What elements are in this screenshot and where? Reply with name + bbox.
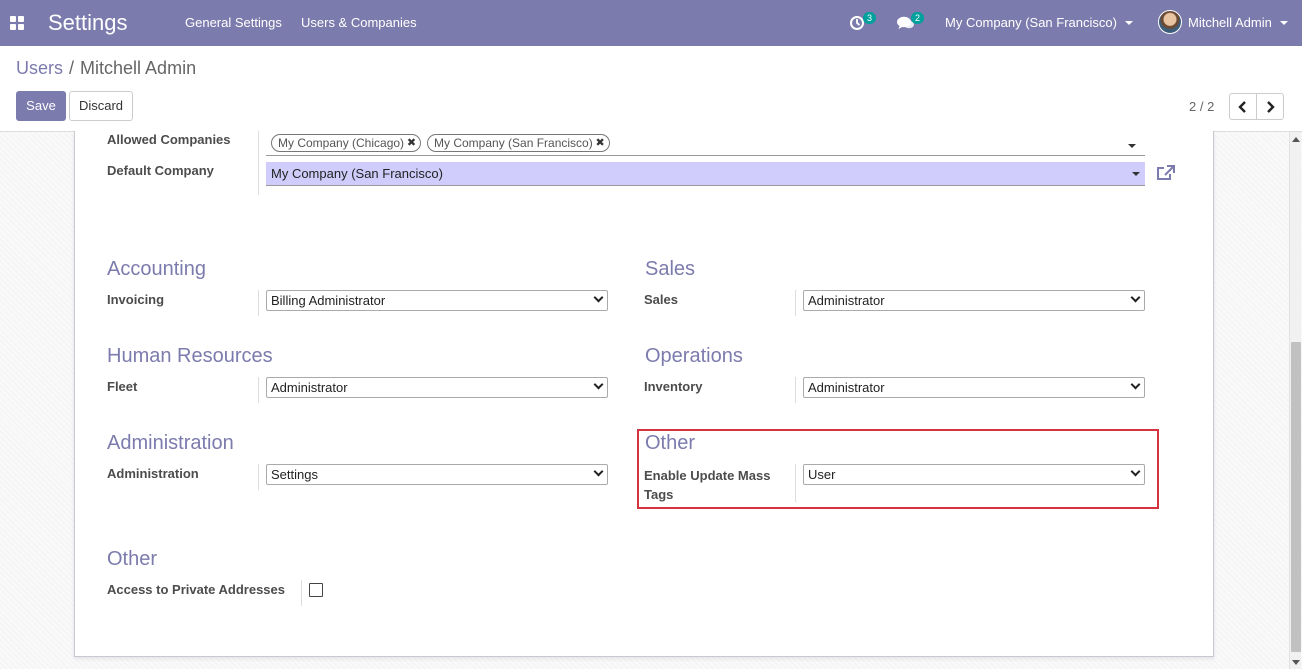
administration-select[interactable]: Settings xyxy=(266,464,608,485)
invoicing-select[interactable]: Billing Administrator xyxy=(266,290,608,311)
app-title[interactable]: Settings xyxy=(48,10,128,36)
field-divider xyxy=(258,131,259,195)
pager-value[interactable]: 2 / 2 xyxy=(1189,99,1214,114)
apps-menu-icon[interactable] xyxy=(10,16,24,30)
company-tag-label: My Company (Chicago) xyxy=(278,136,405,150)
invoicing-label: Invoicing xyxy=(107,292,165,307)
vertical-scrollbar[interactable] xyxy=(1289,132,1301,669)
field-divider xyxy=(795,464,796,502)
user-name: Mitchell Admin xyxy=(1188,15,1272,30)
field-divider xyxy=(258,377,259,403)
access-private-addresses-label: Access to Private Addresses xyxy=(107,582,286,597)
default-company-label: Default Company xyxy=(107,163,214,178)
field-divider xyxy=(258,290,259,316)
group-title-other-bottom: Other xyxy=(107,548,158,570)
chevron-left-icon xyxy=(1238,100,1246,113)
scroll-up-arrow-icon[interactable] xyxy=(1292,137,1300,142)
company-tag: My Company (Chicago) ✖ xyxy=(271,134,422,152)
company-tag-label: My Company (San Francisco) xyxy=(434,136,593,150)
scroll-thumb[interactable] xyxy=(1291,342,1301,652)
company-tag: My Company (San Francisco) ✖ xyxy=(427,134,610,152)
fleet-select[interactable]: Administrator xyxy=(266,377,608,398)
remove-tag-icon[interactable]: ✖ xyxy=(596,135,605,151)
discard-button[interactable]: Discard xyxy=(69,91,133,121)
group-title-sales: Sales xyxy=(645,258,696,280)
administration-label: Administration xyxy=(107,466,199,481)
enable-update-mass-tags-select[interactable]: User xyxy=(803,464,1145,485)
allowed-companies-label: Allowed Companies xyxy=(107,132,231,147)
sales-label: Sales xyxy=(644,292,678,307)
activity-menu[interactable]: 3 xyxy=(849,12,877,33)
group-title-accounting: Accounting xyxy=(107,258,206,280)
allowed-companies-field[interactable]: My Company (Chicago) ✖ My Company (San Fr… xyxy=(266,131,1145,156)
group-title-operations: Operations xyxy=(645,345,743,367)
breadcrumb-separator: / xyxy=(69,58,75,78)
inventory-label: Inventory xyxy=(644,379,703,394)
chevron-right-icon xyxy=(1267,100,1275,113)
sales-select[interactable]: Administrator xyxy=(803,290,1145,311)
enable-update-mass-tags-label-line2: Tags xyxy=(644,487,674,502)
save-button[interactable]: Save xyxy=(16,91,66,121)
administration-value: Settings xyxy=(271,467,318,482)
activity-badge: 3 xyxy=(863,12,877,24)
caret-down-icon[interactable] xyxy=(1128,144,1136,148)
enable-update-mass-tags-label: Enable Update Mass Tags xyxy=(644,466,770,504)
pager-previous-button[interactable] xyxy=(1229,93,1257,120)
breadcrumb-current: Mitchell Admin xyxy=(80,58,197,78)
pager-next-button[interactable] xyxy=(1256,93,1284,120)
enable-update-mass-tags-value: User xyxy=(808,467,836,482)
group-title-other: Other xyxy=(645,432,696,454)
group-title-human-resources: Human Resources xyxy=(107,345,273,367)
default-company-value: My Company (San Francisco) xyxy=(271,166,443,181)
chevron-down-icon xyxy=(1130,466,1141,477)
top-navbar: Settings General Settings Users & Compan… xyxy=(0,0,1302,46)
menu-general-settings[interactable]: General Settings xyxy=(185,15,282,30)
messaging-menu[interactable]: 2 xyxy=(897,12,925,33)
field-divider xyxy=(795,290,796,316)
field-divider xyxy=(795,377,796,403)
invoicing-value: Billing Administrator xyxy=(271,293,386,308)
chevron-down-icon xyxy=(593,379,604,390)
scroll-down-arrow-icon[interactable] xyxy=(1292,660,1300,665)
menu-users-companies[interactable]: Users & Companies xyxy=(301,15,417,30)
fleet-label: Fleet xyxy=(107,379,138,394)
caret-down-icon xyxy=(1279,21,1288,25)
enable-update-mass-tags-label-line1: Enable Update Mass xyxy=(644,468,771,483)
company-switcher-label: My Company (San Francisco) xyxy=(945,15,1117,30)
chevron-down-icon xyxy=(593,292,604,303)
caret-down-icon[interactable] xyxy=(1132,172,1140,176)
inventory-value: Administrator xyxy=(808,380,885,395)
avatar xyxy=(1158,10,1182,34)
sales-value: Administrator xyxy=(808,293,885,308)
field-divider xyxy=(301,580,302,606)
access-private-addresses-checkbox[interactable] xyxy=(309,583,323,597)
inventory-select[interactable]: Administrator xyxy=(803,377,1145,398)
remove-tag-icon[interactable]: ✖ xyxy=(407,135,416,151)
breadcrumb: Users / Mitchell Admin xyxy=(16,58,196,79)
chevron-down-icon xyxy=(593,466,604,477)
field-divider xyxy=(258,464,259,490)
fleet-value: Administrator xyxy=(271,380,348,395)
external-link-button[interactable] xyxy=(1156,164,1176,182)
group-title-administration: Administration xyxy=(107,432,234,454)
caret-down-icon xyxy=(1124,21,1133,25)
external-link-icon xyxy=(1157,165,1175,180)
messages-badge: 2 xyxy=(911,12,925,24)
default-company-field[interactable]: My Company (San Francisco) xyxy=(266,162,1145,186)
company-switcher[interactable]: My Company (San Francisco) xyxy=(945,15,1133,30)
breadcrumb-users-link[interactable]: Users xyxy=(16,58,63,78)
chevron-down-icon xyxy=(1130,379,1141,390)
chevron-down-icon xyxy=(1130,292,1141,303)
